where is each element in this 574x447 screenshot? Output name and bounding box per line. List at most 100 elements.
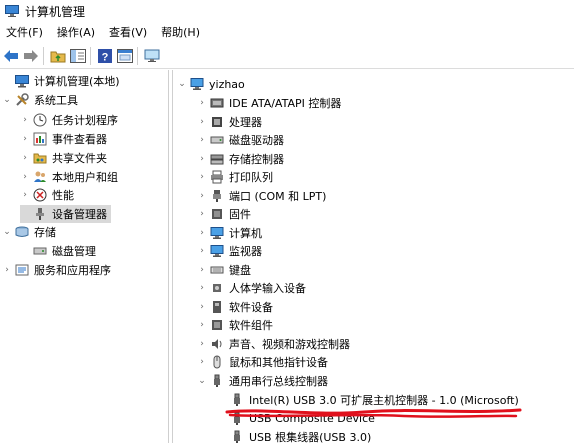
- device-category[interactable]: › 固件: [197, 205, 251, 223]
- forward-arrow-icon[interactable]: [22, 47, 40, 65]
- processor-icon: [210, 115, 224, 129]
- services-icon: [15, 263, 29, 277]
- device-category[interactable]: › 软件设备: [197, 298, 273, 316]
- svg-text:?: ?: [102, 51, 109, 63]
- device-category[interactable]: › 声音、视频和游戏控制器: [197, 335, 350, 353]
- device-category[interactable]: ⌄ 通用串行总线控制器: [197, 372, 328, 390]
- menu-bar: 文件(F) 操作(A) 查看(V) 帮助(H): [0, 22, 574, 42]
- show-hide-tree-icon[interactable]: [69, 47, 87, 65]
- chevron-right-icon[interactable]: ›: [197, 301, 207, 313]
- disk-drive-icon: [210, 133, 224, 147]
- chevron-down-icon[interactable]: ⌄: [177, 78, 187, 90]
- tree-item-label: 本地用户和组: [52, 171, 118, 184]
- chevron-right-icon[interactable]: ›: [20, 114, 30, 126]
- storage-icon: [15, 225, 29, 239]
- nav-item[interactable]: › 服务和应用程序: [2, 261, 111, 279]
- nav-item[interactable]: 磁盘管理: [20, 242, 96, 260]
- chevron-right-icon[interactable]: ›: [20, 152, 30, 164]
- device-category[interactable]: › 监视器: [197, 242, 262, 260]
- chevron-right-icon[interactable]: ›: [197, 134, 207, 146]
- nav-item[interactable]: › 共享文件夹: [20, 149, 107, 167]
- nav-item[interactable]: 计算机管理(本地): [2, 72, 120, 90]
- toolbar-separator: [43, 46, 44, 65]
- help-icon[interactable]: ?: [96, 47, 114, 65]
- chevron-right-icon[interactable]: ›: [197, 190, 207, 202]
- monitor-icon: [210, 244, 224, 258]
- device-category[interactable]: › IDE ATA/ATAPI 控制器: [197, 94, 341, 112]
- menu-file[interactable]: 文件(F): [6, 24, 43, 40]
- chevron-right-icon[interactable]: ›: [197, 171, 207, 183]
- chevron-right-icon[interactable]: ›: [20, 189, 30, 201]
- device-category[interactable]: › 键盘: [197, 261, 251, 279]
- chevron-right-icon[interactable]: ›: [197, 97, 207, 109]
- chevron-right-icon[interactable]: ›: [197, 338, 207, 350]
- menu-view[interactable]: 查看(V): [109, 24, 147, 40]
- chevron-right-icon[interactable]: ›: [197, 356, 207, 368]
- usb-device[interactable]: USB 根集线器(USB 3.0): [217, 428, 371, 446]
- chevron-right-icon[interactable]: ›: [197, 245, 207, 257]
- nav-item[interactable]: 设备管理器: [20, 205, 111, 223]
- tree-item-label: 通用串行总线控制器: [229, 374, 328, 388]
- properties-icon[interactable]: [116, 47, 134, 65]
- chevron-right-icon[interactable]: ›: [197, 282, 207, 294]
- monitor-icon[interactable]: [143, 47, 161, 65]
- device-category[interactable]: › 处理器: [197, 113, 262, 131]
- tree-item-label: 固件: [229, 208, 251, 221]
- ide-controller-icon: [210, 96, 224, 110]
- chevron-down-icon[interactable]: ⌄: [197, 375, 207, 387]
- device-category[interactable]: › 人体学输入设备: [197, 279, 306, 297]
- tree-item-label: 共享文件夹: [52, 152, 107, 165]
- shared-folder-icon: [33, 151, 47, 165]
- device-category[interactable]: › 计算机: [197, 224, 262, 242]
- tree-item-label: 打印队列: [229, 171, 273, 184]
- menu-action[interactable]: 操作(A): [57, 24, 95, 40]
- computer-icon: [210, 226, 224, 240]
- users-icon: [33, 170, 47, 184]
- menu-help[interactable]: 帮助(H): [161, 24, 200, 40]
- up-folder-icon[interactable]: [49, 47, 67, 65]
- device-tree-root[interactable]: ⌄ yizhao: [177, 75, 245, 93]
- toolbar-separator: [90, 46, 91, 65]
- disk-management-icon: [33, 244, 47, 258]
- chevron-right-icon[interactable]: ›: [20, 171, 30, 183]
- nav-item[interactable]: › 任务计划程序: [20, 111, 118, 129]
- chevron-right-icon[interactable]: ›: [197, 227, 207, 239]
- chevron-down-icon[interactable]: ⌄: [2, 94, 12, 106]
- toolbar: ?: [0, 43, 574, 68]
- device-category[interactable]: › 软件组件: [197, 316, 273, 334]
- nav-item[interactable]: ⌄ 系统工具: [2, 91, 78, 109]
- device-category[interactable]: › 端口 (COM 和 LPT): [197, 187, 326, 205]
- firmware-icon: [210, 207, 224, 221]
- chevron-down-icon[interactable]: ⌄: [2, 226, 12, 238]
- nav-item[interactable]: › 性能: [20, 186, 74, 204]
- nav-item[interactable]: › 事件查看器: [20, 130, 107, 148]
- device-category[interactable]: › 存储控制器: [197, 150, 284, 168]
- tree-item-label: 磁盘管理: [52, 245, 96, 258]
- nav-item[interactable]: › 本地用户和组: [20, 168, 118, 186]
- keyboard-icon: [210, 263, 224, 277]
- device-category[interactable]: › 打印队列: [197, 168, 273, 186]
- device-category[interactable]: › 磁盘驱动器: [197, 131, 284, 149]
- window-title: 计算机管理: [25, 4, 86, 19]
- tree-item-label: 存储控制器: [229, 152, 284, 166]
- computer-icon: [190, 77, 204, 91]
- toolbar-separator: [137, 46, 138, 65]
- chevron-right-icon[interactable]: ›: [197, 208, 207, 220]
- chevron-right-icon[interactable]: ›: [20, 133, 30, 145]
- tree-item-label: 磁盘驱动器: [229, 134, 284, 147]
- chevron-right-icon[interactable]: ›: [197, 319, 207, 331]
- tree-item-label: 系统工具: [34, 94, 78, 107]
- tree-item-label: 软件设备: [229, 300, 273, 314]
- chevron-right-icon[interactable]: ›: [197, 264, 207, 276]
- nav-item[interactable]: ⌄ 存储: [2, 223, 56, 241]
- chevron-right-icon[interactable]: ›: [197, 116, 207, 128]
- computer-management-icon: [5, 5, 19, 17]
- printer-icon: [210, 170, 224, 184]
- chevron-right-icon[interactable]: ›: [197, 153, 207, 165]
- back-arrow-icon[interactable]: [2, 47, 20, 65]
- device-category[interactable]: › 鼠标和其他指针设备: [197, 353, 328, 371]
- chevron-right-icon[interactable]: ›: [2, 264, 12, 276]
- tree-item-label: 存储: [34, 226, 56, 239]
